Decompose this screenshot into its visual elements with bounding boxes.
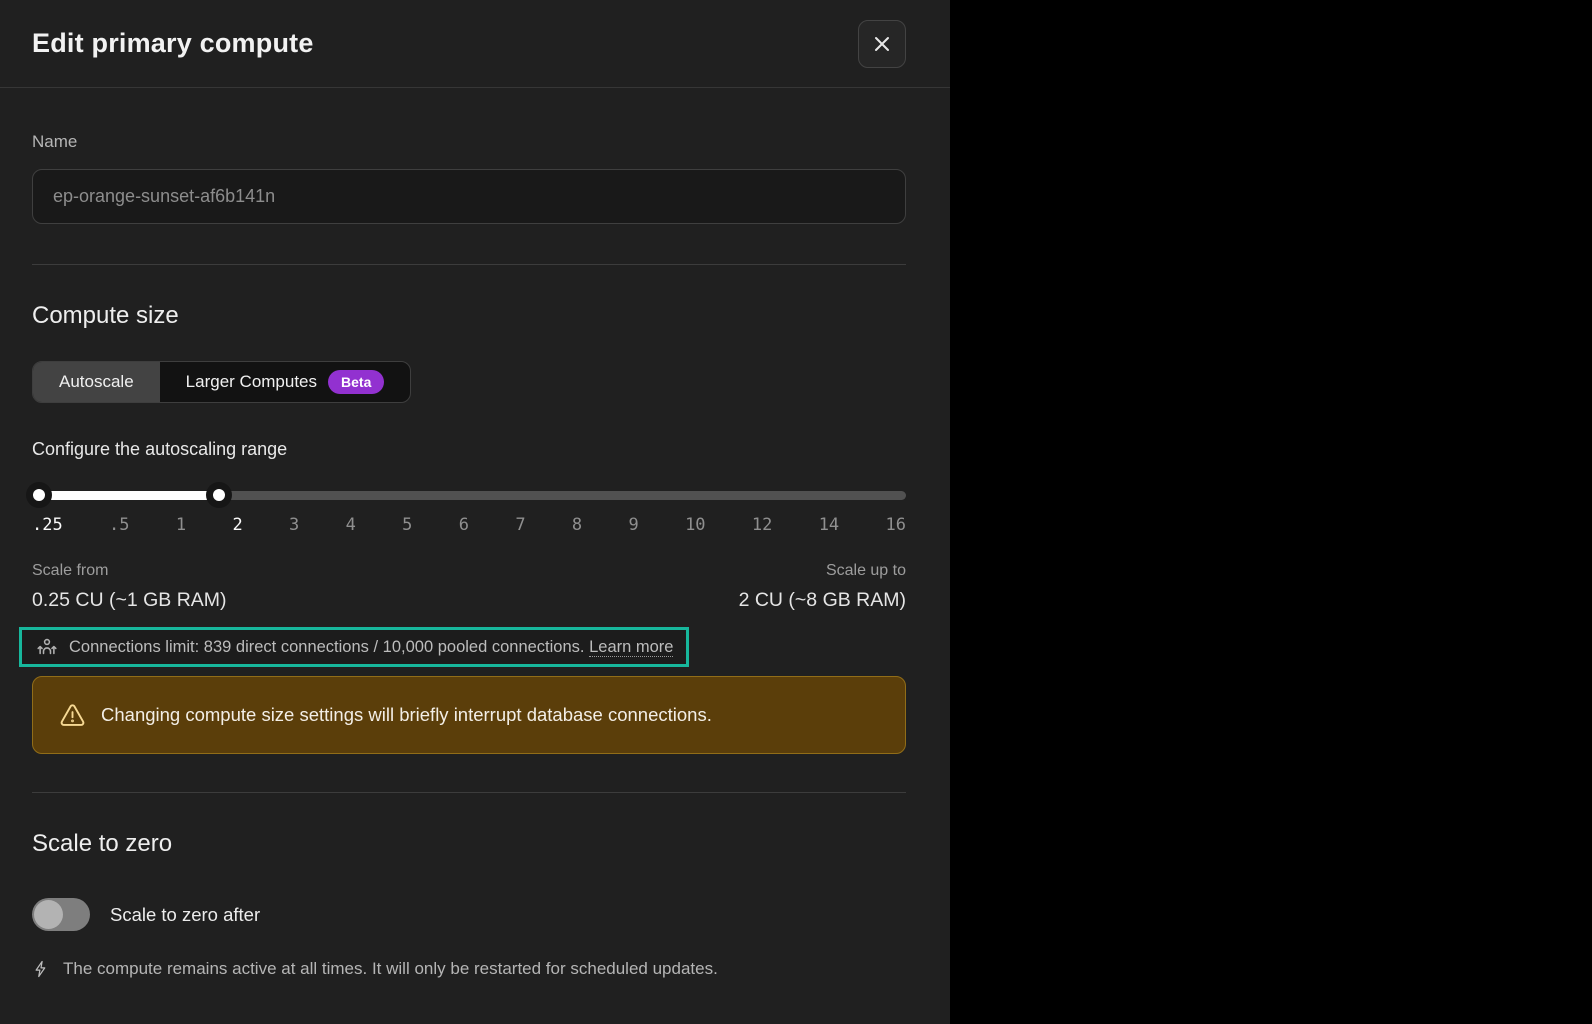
tick-label: 16 (885, 515, 906, 535)
tab-autoscale[interactable]: Autoscale (33, 362, 160, 402)
lightning-bolt-icon (32, 958, 50, 980)
scale-range-summary: Scale from 0.25 CU (~1 GB RAM) Scale up … (32, 562, 906, 612)
tick-label: 9 (628, 515, 639, 535)
tick-label: 4 (345, 515, 356, 535)
close-icon (872, 34, 892, 54)
scale-up-to: Scale up to 2 CU (~8 GB RAM) (739, 562, 906, 612)
tick-label: 8 (571, 515, 583, 535)
connections-icon (36, 636, 58, 658)
scale-from-label: Scale from (32, 562, 109, 579)
divider (32, 792, 906, 793)
tick-label: 1 (175, 515, 187, 535)
scale-to-zero-toggle-row: Scale to zero after (32, 898, 906, 931)
warning-triangle-icon (59, 702, 86, 729)
connections-limit-note-highlighted: Connections limit: 839 direct connection… (19, 627, 690, 667)
beta-badge: Beta (328, 370, 385, 394)
warning-text: Changing compute size settings will brie… (101, 704, 712, 725)
edit-primary-compute-modal: Edit primary compute Name Compute size A… (0, 0, 950, 1024)
autoscaling-range-slider[interactable] (26, 482, 906, 508)
compute-active-info-row: The compute remains active at all times.… (32, 958, 906, 980)
tick-label: 6 (458, 515, 469, 535)
tick-label: .5 (109, 515, 130, 535)
scale-from-value: 0.25 CU (~1 GB RAM) (32, 589, 227, 611)
tab-larger-computes[interactable]: Larger Computes Beta (160, 362, 411, 402)
modal-content: Name Compute size Autoscale Larger Compu… (0, 132, 950, 980)
tab-larger-computes-label: Larger Computes (185, 372, 318, 391)
slider-handle-max[interactable] (206, 482, 233, 508)
name-label: Name (32, 132, 78, 151)
tick-label: .25 (32, 515, 63, 535)
scale-up-to-value: 2 CU (~8 GB RAM) (738, 589, 906, 611)
toggle-knob (34, 900, 63, 929)
tick-label: 14 (818, 515, 840, 535)
background-overlay (950, 0, 1592, 1024)
tab-autoscale-label: Autoscale (59, 372, 134, 391)
tick-label: 2 (232, 515, 243, 535)
scale-to-zero-toggle[interactable] (32, 898, 90, 931)
autoscaling-range-label: Configure the autoscaling range (32, 439, 288, 459)
scale-up-to-label: Scale up to (825, 562, 906, 579)
learn-more-link[interactable]: Learn more (589, 637, 674, 657)
compute-size-tab-group: Autoscale Larger Computes Beta (32, 361, 412, 403)
scale-from: Scale from 0.25 CU (~1 GB RAM) (32, 562, 227, 612)
compute-restart-warning-banner: Changing compute size settings will brie… (32, 676, 906, 754)
name-input[interactable] (32, 169, 906, 224)
tick-label: 5 (402, 515, 413, 535)
connections-limit-text: Connections limit: 839 direct connection… (69, 637, 674, 657)
compute-active-info-text: The compute remains active at all times.… (63, 959, 718, 978)
slider-handle-min[interactable] (26, 482, 52, 508)
divider (32, 264, 906, 265)
tick-label: 12 (751, 515, 773, 535)
compute-size-heading: Compute size (32, 302, 179, 329)
scale-to-zero-heading: Scale to zero (32, 830, 173, 857)
modal-header: Edit primary compute (0, 0, 950, 88)
tick-label: 10 (685, 515, 706, 535)
page-title: Edit primary compute (32, 28, 314, 58)
tick-label: 3 (289, 515, 300, 535)
close-button[interactable] (858, 19, 906, 68)
slider-fill (32, 491, 220, 500)
slider-tick-labels: .25 .5 1 2 3 4 5 6 7 8 9 10 12 14 16 (32, 515, 906, 535)
scale-to-zero-toggle-label: Scale to zero after (110, 903, 261, 925)
tick-label: 7 (515, 515, 526, 535)
